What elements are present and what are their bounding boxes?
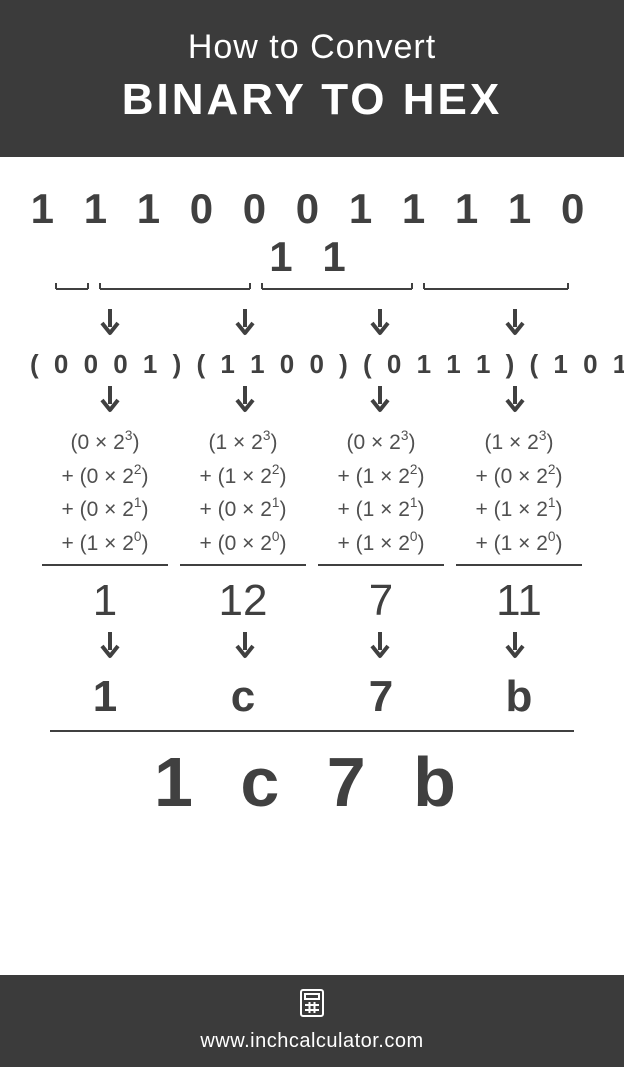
- hex-digit-3: 7: [312, 672, 450, 722]
- nibble-4: ( 1 0 1 1 ): [530, 349, 624, 379]
- calc-col-3: (0 × 23) + (1 × 22) + (1 × 21) + (1 × 20…: [312, 426, 450, 560]
- arrow-icon: [504, 309, 526, 339]
- footer: www.inchcalculator.com: [0, 975, 624, 1067]
- arrow-icon: [99, 309, 121, 339]
- result-underline: [50, 730, 574, 732]
- header-title: BINARY TO HEX: [20, 75, 604, 125]
- hex-digits: 1 c 7 b: [30, 672, 594, 722]
- decimal-1: 1: [36, 576, 174, 626]
- nibble-1: ( 0 0 0 1 ): [30, 349, 185, 379]
- hex-digit-2: c: [174, 672, 312, 722]
- arrow-icon: [369, 632, 391, 662]
- nibble-groups: ( 0 0 0 1 ) ( 1 1 0 0 ) ( 0 1 1 1 ) ( 1 …: [30, 349, 594, 380]
- calc-underlines: [30, 564, 594, 566]
- decimal-2: 12: [174, 576, 312, 626]
- binary-input: 1 1 1 0 0 0 1 1 1 1 0 1 1: [30, 185, 594, 281]
- arrow-row-2: [42, 386, 582, 416]
- arrow-icon: [234, 309, 256, 339]
- arrow-icon: [369, 309, 391, 339]
- arrow-icon: [99, 632, 121, 662]
- arrow-row-3: [42, 632, 582, 662]
- calc-col-4: (1 × 23) + (0 × 22) + (1 × 21) + (1 × 20…: [450, 426, 588, 560]
- decimal-4: 11: [450, 576, 588, 626]
- calculation-grid: (0 × 23) + (0 × 22) + (0 × 21) + (1 × 20…: [30, 426, 594, 560]
- hex-result: 1 c 7 b: [30, 742, 594, 822]
- arrow-row-1: [42, 309, 582, 339]
- nibble-2: ( 1 1 0 0 ): [197, 349, 352, 379]
- header-subtitle: How to Convert: [20, 28, 604, 67]
- nibble-3: ( 0 1 1 1 ): [363, 349, 518, 379]
- arrow-icon: [504, 632, 526, 662]
- decimal-3: 7: [312, 576, 450, 626]
- arrow-icon: [99, 386, 121, 416]
- diagram-content: 1 1 1 0 0 0 1 1 1 1 0 1 1 ( 0 0 0 1 ) ( …: [0, 157, 624, 822]
- arrow-icon: [504, 386, 526, 416]
- grouping-brackets: [30, 279, 594, 301]
- calculator-icon: [0, 987, 624, 1024]
- hex-digit-4: b: [450, 672, 588, 722]
- decimal-results: 1 12 7 11: [30, 576, 594, 626]
- calc-col-2: (1 × 23) + (1 × 22) + (0 × 21) + (0 × 20…: [174, 426, 312, 560]
- arrow-icon: [369, 386, 391, 416]
- footer-url: www.inchcalculator.com: [0, 1030, 624, 1053]
- hex-digit-1: 1: [36, 672, 174, 722]
- header: How to Convert BINARY TO HEX: [0, 0, 624, 157]
- arrow-icon: [234, 386, 256, 416]
- arrow-icon: [234, 632, 256, 662]
- calc-col-1: (0 × 23) + (0 × 22) + (0 × 21) + (1 × 20…: [36, 426, 174, 560]
